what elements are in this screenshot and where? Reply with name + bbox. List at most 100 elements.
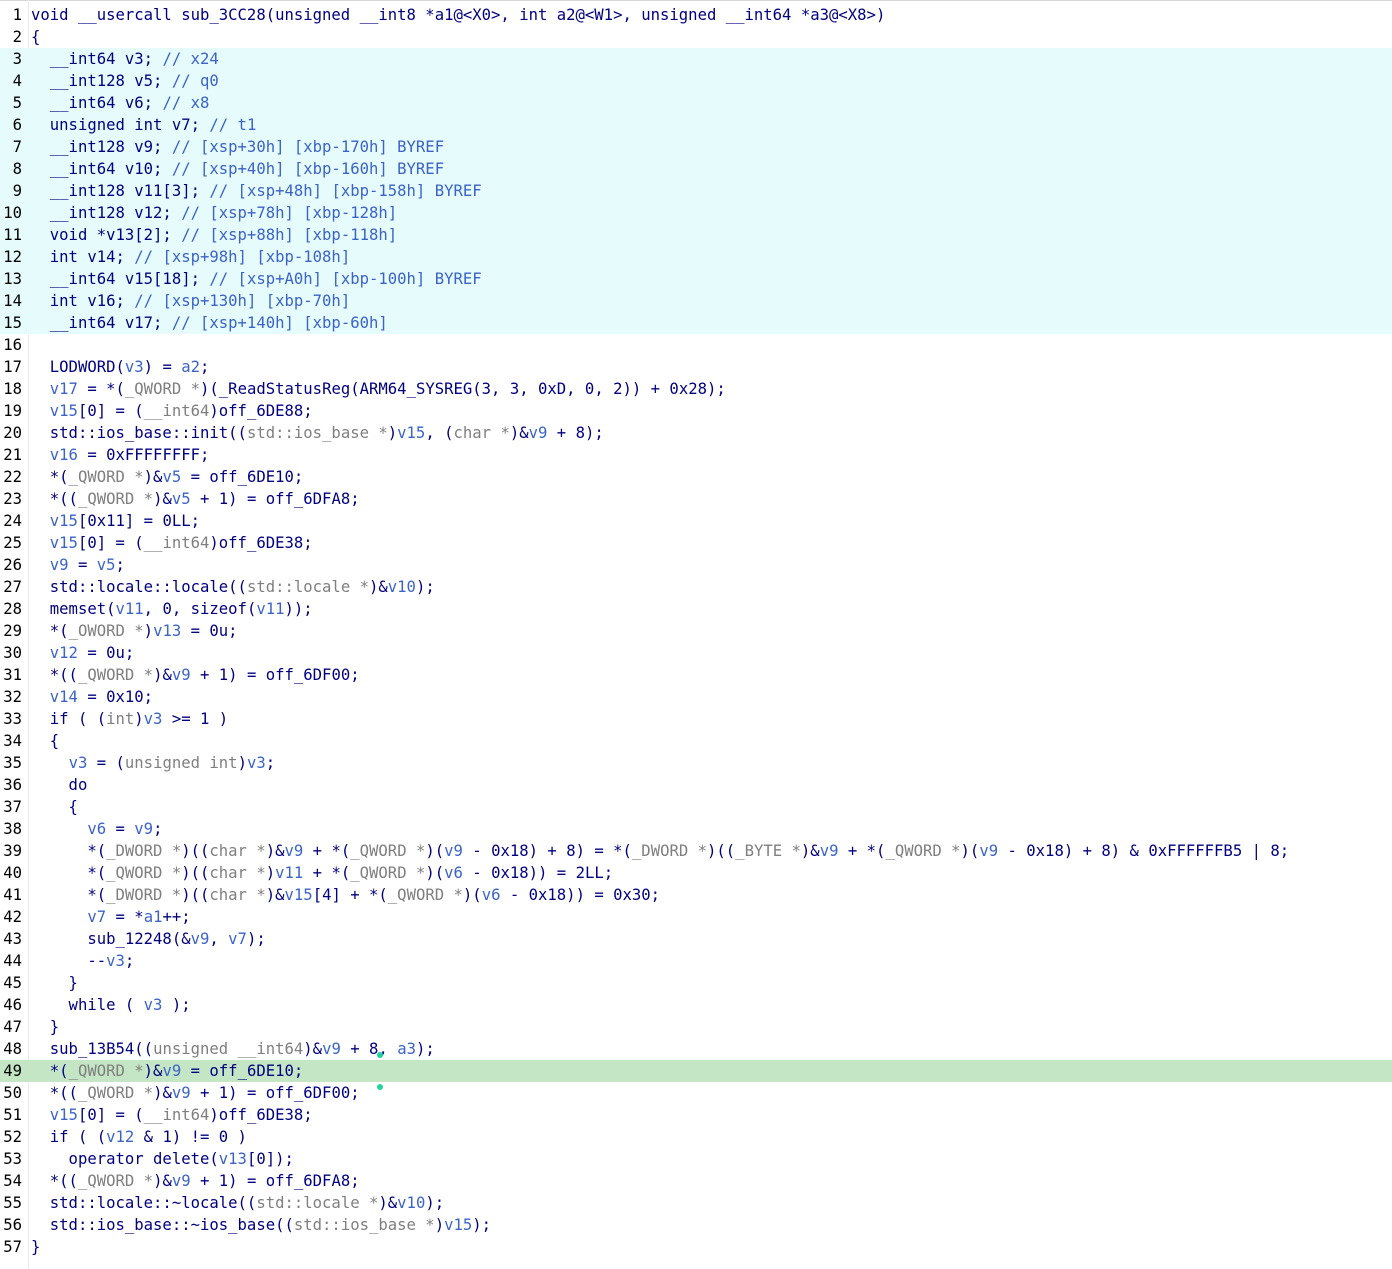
code-line[interactable]: 46 while ( v3 ); (0, 994, 1392, 1016)
identifier-token[interactable]: v5 (97, 556, 116, 574)
code-text[interactable]: memset(v11, 0, sizeof(v11)); (31, 598, 313, 620)
code-text[interactable]: __int64 v3; // x24 (31, 48, 219, 70)
identifier-token[interactable]: v9 (172, 1172, 191, 1190)
identifier-token[interactable]: // [xsp+130h] [xbp-70h] (134, 292, 350, 310)
code-line[interactable]: 22 *(_QWORD *)&v5 = off_6DE10; (0, 466, 1392, 488)
code-line[interactable]: 32 v14 = 0x10; (0, 686, 1392, 708)
identifier-token[interactable]: // x8 (162, 94, 209, 112)
identifier-token[interactable]: v9 (529, 424, 548, 442)
code-text[interactable]: if ( (v12 & 1) != 0 ) (31, 1126, 247, 1148)
code-text[interactable]: __int128 v11[3]; // [xsp+48h] [xbp-158h]… (31, 180, 482, 202)
identifier-token[interactable]: v3 (69, 754, 88, 772)
code-text[interactable]: { (31, 796, 78, 818)
code-text[interactable]: v15[0] = (__int64)off_6DE38; (31, 1104, 313, 1126)
code-line[interactable]: 17 LODWORD(v3) = a2; (0, 356, 1392, 378)
identifier-token[interactable]: v9 (322, 1040, 341, 1058)
code-line[interactable]: 40 *(_QWORD *)((char *)v11 + *(_QWORD *)… (0, 862, 1392, 884)
code-line[interactable]: 50 *((_QWORD *)&v9 + 1) = off_6DF00; (0, 1082, 1392, 1104)
code-line[interactable]: 21 v16 = 0xFFFFFFFF; (0, 444, 1392, 466)
code-text[interactable]: void *v13[2]; // [xsp+88h] [xbp-118h] (31, 224, 397, 246)
identifier-token[interactable]: v9 (172, 666, 191, 684)
code-line[interactable]: 44 --v3; (0, 950, 1392, 972)
code-text[interactable]: } (31, 1236, 40, 1258)
code-text[interactable]: *(_QWORD *)&v5 = off_6DE10; (31, 466, 304, 488)
code-text[interactable]: *((_QWORD *)&v5 + 1) = off_6DFA8; (31, 488, 360, 510)
code-line[interactable]: 7 __int128 v9; // [xsp+30h] [xbp-170h] B… (0, 136, 1392, 158)
code-line[interactable]: 28 memset(v11, 0, sizeof(v11)); (0, 598, 1392, 620)
code-line-current[interactable]: 49 *(_QWORD *)&v9 = off_6DE10; (0, 1060, 1392, 1082)
code-line[interactable]: 57} (0, 1236, 1392, 1258)
identifier-token[interactable]: v3 (144, 710, 163, 728)
identifier-token[interactable]: v14 (50, 688, 78, 706)
identifier-token[interactable]: v9 (191, 930, 210, 948)
identifier-token[interactable]: v15 (444, 1216, 472, 1234)
identifier-token[interactable]: v3 (106, 952, 125, 970)
code-text[interactable]: __int128 v5; // q0 (31, 70, 219, 92)
code-text[interactable]: __int64 v6; // x8 (31, 92, 210, 114)
identifier-token[interactable]: v9 (134, 820, 153, 838)
identifier-token[interactable]: // [xsp+88h] [xbp-118h] (181, 226, 397, 244)
code-text[interactable]: } (31, 1016, 59, 1038)
identifier-token[interactable]: // [xsp+48h] [xbp-158h] BYREF (209, 182, 481, 200)
identifier-token[interactable]: v9 (820, 842, 839, 860)
code-text[interactable]: --v3; (31, 950, 134, 972)
identifier-token[interactable]: // [xsp+30h] [xbp-170h] BYREF (172, 138, 444, 156)
identifier-token[interactable]: a1 (144, 908, 163, 926)
code-text[interactable]: __int128 v12; // [xsp+78h] [xbp-128h] (31, 202, 397, 224)
identifier-token[interactable]: v3 (144, 996, 163, 1014)
identifier-token[interactable]: v5 (162, 468, 181, 486)
code-line[interactable]: 20 std::ios_base::init((std::ios_base *)… (0, 422, 1392, 444)
identifier-token[interactable]: v15 (50, 1106, 78, 1124)
code-line[interactable]: 38 v6 = v9; (0, 818, 1392, 840)
identifier-token[interactable]: a3 (397, 1040, 416, 1058)
code-text[interactable]: int v14; // [xsp+98h] [xbp-108h] (31, 246, 350, 268)
identifier-token[interactable]: v12 (106, 1128, 134, 1146)
identifier-token[interactable]: v15 (50, 402, 78, 420)
identifier-token[interactable]: v13 (219, 1150, 247, 1168)
identifier-token[interactable]: v5 (172, 490, 191, 508)
code-line[interactable]: 25 v15[0] = (__int64)off_6DE38; (0, 532, 1392, 554)
code-line[interactable]: 19 v15[0] = (__int64)off_6DE88; (0, 400, 1392, 422)
code-text[interactable]: sub_13B54((unsigned __int64)&v9 + 8, a3)… (31, 1038, 435, 1060)
identifier-token[interactable]: v10 (397, 1194, 425, 1212)
code-text[interactable]: if ( (int)v3 >= 1 ) (31, 708, 228, 730)
code-line[interactable]: 24 v15[0x11] = 0LL; (0, 510, 1392, 532)
identifier-token[interactable]: // [xsp+A0h] [xbp-100h] BYREF (209, 270, 481, 288)
code-line[interactable]: 14 int v16; // [xsp+130h] [xbp-70h] (0, 290, 1392, 312)
code-text[interactable]: *(_QWORD *)&v9 = off_6DE10; (31, 1060, 304, 1082)
identifier-token[interactable]: v17 (50, 380, 78, 398)
code-text[interactable]: v7 = *a1++; (31, 906, 190, 928)
code-line[interactable]: 47 } (0, 1016, 1392, 1038)
identifier-token[interactable]: v15 (285, 886, 313, 904)
identifier-token[interactable]: v11 (275, 864, 303, 882)
code-line[interactable]: 29 *(_OWORD *)v13 = 0u; (0, 620, 1392, 642)
code-text[interactable]: __int64 v15[18]; // [xsp+A0h] [xbp-100h]… (31, 268, 482, 290)
code-text[interactable]: v14 = 0x10; (31, 686, 153, 708)
code-line[interactable]: 23 *((_QWORD *)&v5 + 1) = off_6DFA8; (0, 488, 1392, 510)
code-lines[interactable]: 1 void __usercall sub_3CC28(unsigned __in… (0, 4, 1392, 1258)
code-line[interactable]: 13 __int64 v15[18]; // [xsp+A0h] [xbp-10… (0, 268, 1392, 290)
identifier-token[interactable]: v13 (153, 622, 181, 640)
code-text[interactable]: void __usercall sub_3CC28(unsigned __int… (31, 4, 885, 26)
code-text[interactable]: *(_QWORD *)((char *)v11 + *(_QWORD *)(v6… (31, 862, 613, 884)
code-text[interactable]: sub_12248(&v9, v7); (31, 928, 265, 950)
code-line[interactable]: 1 void __usercall sub_3CC28(unsigned __in… (0, 4, 1392, 26)
code-text[interactable]: operator delete(v13[0]); (31, 1148, 294, 1170)
code-text[interactable]: std::locale::~locale((std::locale *)&v10… (31, 1192, 444, 1214)
code-line[interactable]: 56 std::ios_base::~ios_base((std::ios_ba… (0, 1214, 1392, 1236)
identifier-token[interactable]: // [xsp+40h] [xbp-160h] BYREF (172, 160, 444, 178)
identifier-token[interactable]: v3 (247, 754, 266, 772)
code-line[interactable]: 30 v12 = 0u; (0, 642, 1392, 664)
code-text[interactable]: while ( v3 ); (31, 994, 191, 1016)
identifier-token[interactable]: v16 (50, 446, 78, 464)
code-line[interactable]: 43 sub_12248(&v9, v7); (0, 928, 1392, 950)
identifier-token[interactable]: // [xsp+78h] [xbp-128h] (181, 204, 397, 222)
code-line[interactable]: 45 } (0, 972, 1392, 994)
code-text[interactable]: v15[0] = (__int64)off_6DE38; (31, 532, 313, 554)
code-line[interactable]: 11 void *v13[2]; // [xsp+88h] [xbp-118h] (0, 224, 1392, 246)
code-text[interactable]: LODWORD(v3) = a2; (31, 356, 210, 378)
code-text[interactable]: *((_QWORD *)&v9 + 1) = off_6DF00; (31, 1082, 360, 1104)
code-line[interactable]: 12 int v14; // [xsp+98h] [xbp-108h] (0, 246, 1392, 268)
identifier-token[interactable]: v6 (87, 820, 106, 838)
code-line[interactable]: 8 __int64 v10; // [xsp+40h] [xbp-160h] B… (0, 158, 1392, 180)
